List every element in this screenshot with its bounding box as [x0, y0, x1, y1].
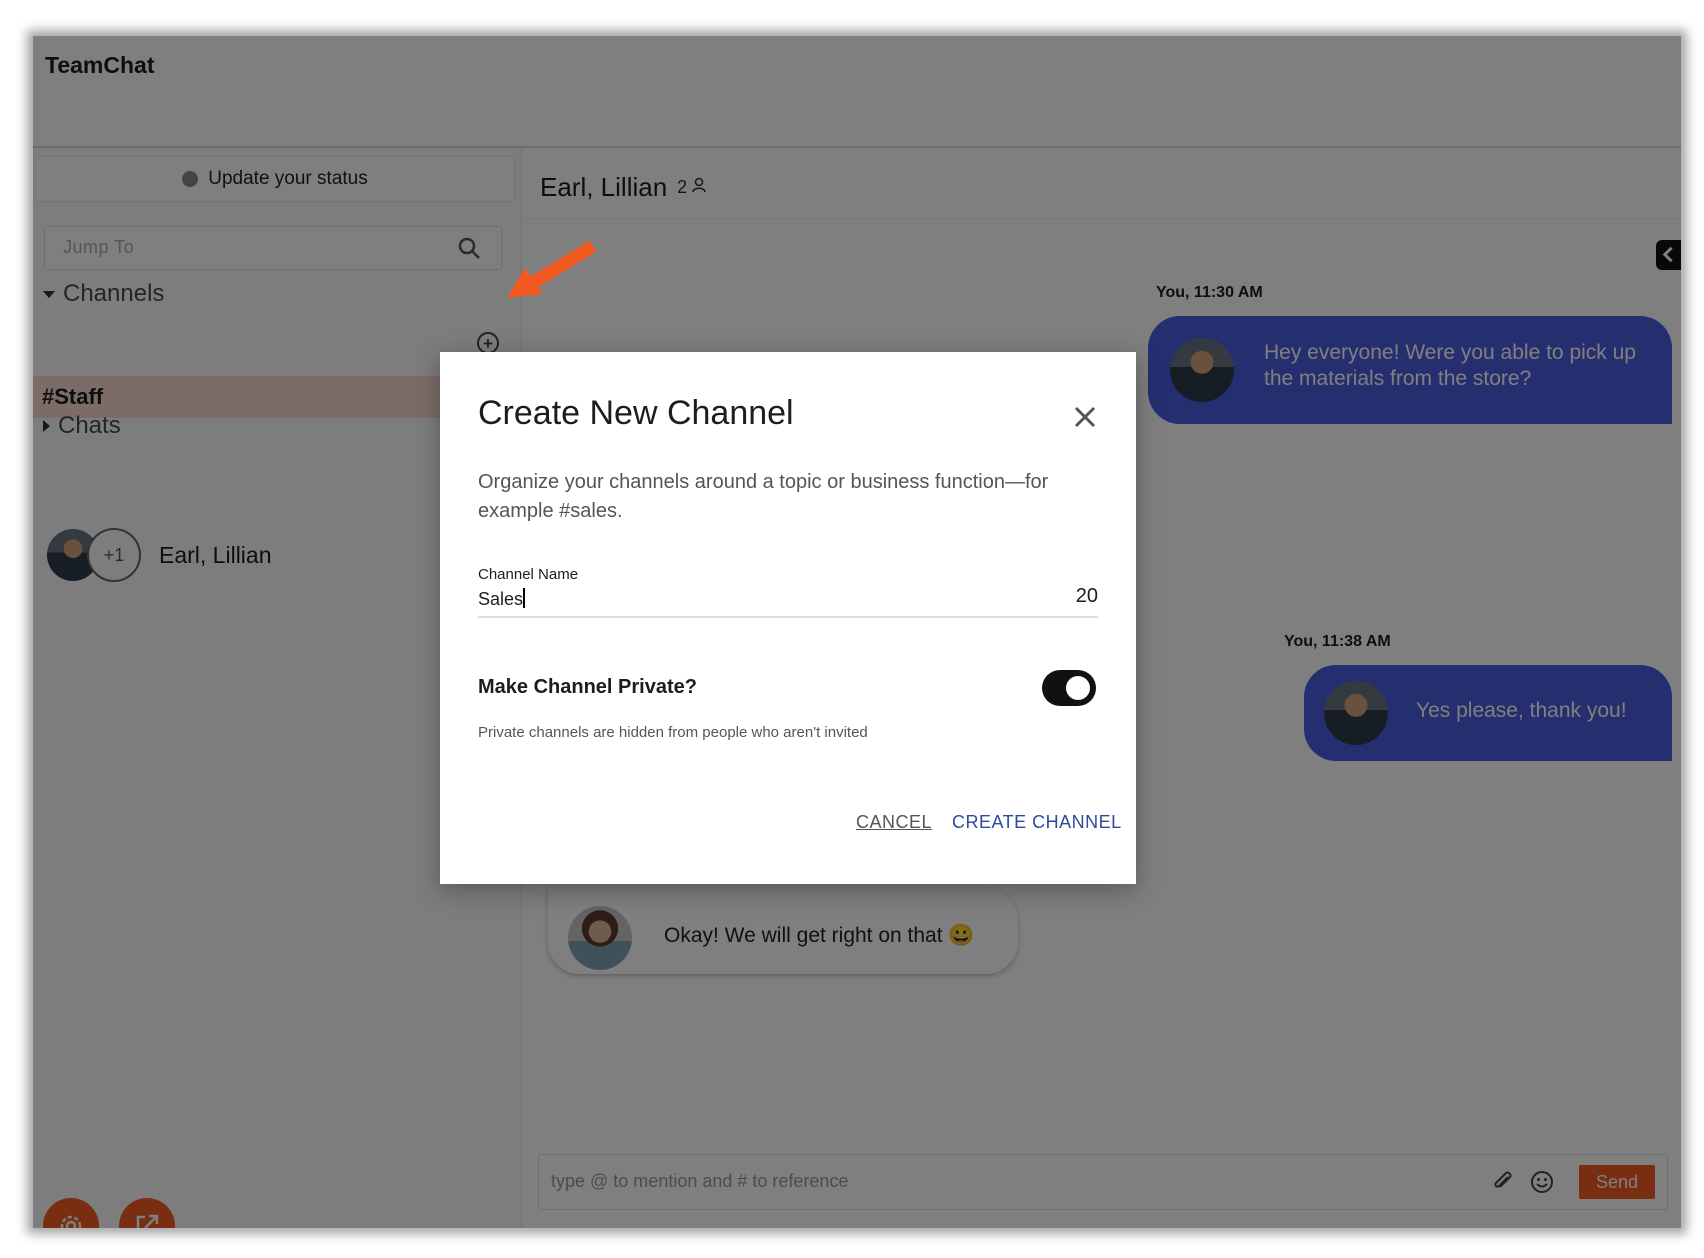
- input-underline: [478, 616, 1098, 618]
- create-channel-button[interactable]: CREATE CHANNEL: [952, 812, 1122, 833]
- channel-name-input[interactable]: Sales: [478, 588, 526, 610]
- character-count: 20: [1075, 585, 1098, 607]
- private-toggle[interactable]: [1042, 670, 1096, 706]
- private-toggle-label: Make Channel Private?: [478, 676, 697, 698]
- create-channel-dialog: Create New Channel Organize your channel…: [440, 352, 1136, 884]
- cancel-button[interactable]: CANCEL: [856, 812, 932, 833]
- text-cursor: [523, 588, 526, 608]
- app-window: TeamChat Update your status Jump To Chan…: [33, 36, 1681, 1228]
- toggle-knob: [1066, 676, 1090, 700]
- dialog-description: Organize your channels around a topic or…: [478, 471, 1049, 522]
- close-icon[interactable]: [1070, 402, 1100, 432]
- annotation-arrow: [507, 240, 597, 298]
- private-help-text: Private channels are hidden from people …: [478, 724, 868, 741]
- dialog-title: Create New Channel: [478, 394, 794, 432]
- channel-name-label: Channel Name: [478, 566, 579, 583]
